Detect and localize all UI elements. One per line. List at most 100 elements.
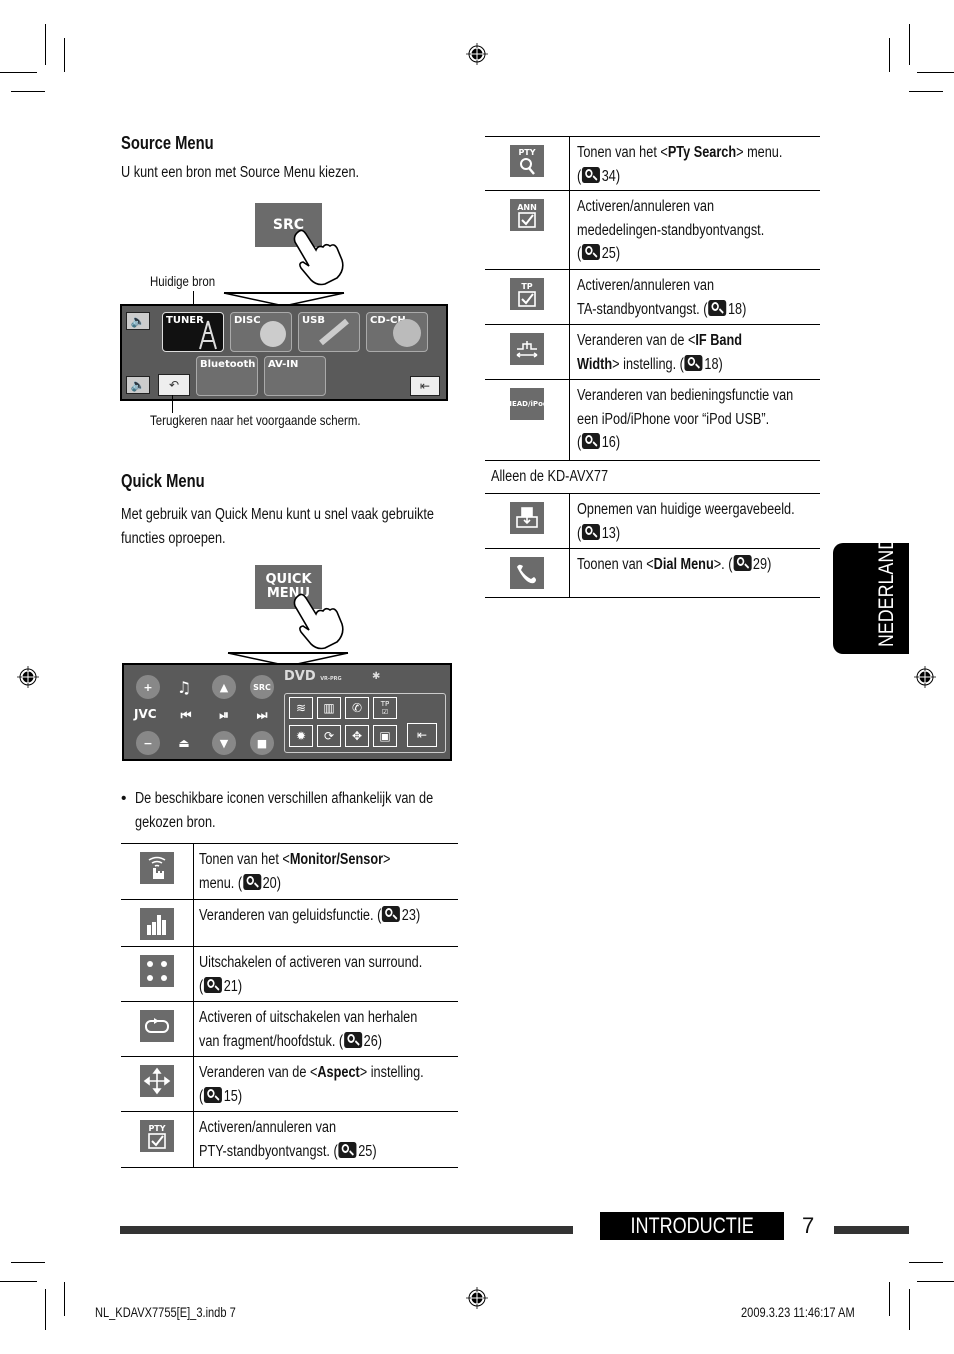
eject-button[interactable]: ⏏ [172, 731, 196, 755]
description-line: (21) [199, 976, 243, 995]
page-reference-number[interactable]: 29 [753, 556, 767, 573]
avx77-only-label: Alleen de KD-AVX77 [491, 468, 609, 485]
bold-term: Dial Menu [653, 556, 714, 573]
exit-button[interactable]: ⇤ [407, 723, 437, 747]
description-line: menu. (20) [199, 873, 281, 892]
description-line: Tonen van het <PTy Search> menu. [577, 144, 783, 161]
page-reference-number[interactable]: 34 [602, 168, 616, 185]
table-row: Veranderen van de <IF Band Width> instell… [485, 324, 820, 380]
description-line: (16) [577, 433, 621, 451]
icon-cell [121, 844, 194, 900]
quick-icons-panel: ≋ ▥ ✆ TP ☑ ✹ ⟳ ✥ ▣ ⇤ [284, 693, 446, 753]
icon-label: PTY [148, 1123, 166, 1133]
source-tile-tuner[interactable]: TUNER [162, 312, 224, 352]
page-reference-number[interactable]: 23 [402, 907, 416, 924]
icon-cell: PTY [121, 1112, 194, 1167]
aspect-icon-glyph [143, 1067, 171, 1095]
play-pause-button[interactable]: ⏯ [212, 703, 236, 727]
language-tab: NEDERLANDS [833, 525, 909, 654]
source-tile-bluetooth[interactable]: Bluetooth [196, 356, 258, 396]
up-button[interactable]: ▲ [212, 675, 236, 699]
src-button[interactable]: SRC [250, 675, 274, 699]
description-line: (34) [577, 166, 621, 185]
callout-back: Terugkeren naar het voorgaande scherm. [150, 412, 361, 428]
page-reference-number[interactable]: 13 [602, 525, 616, 542]
page-reference-number[interactable]: 18 [728, 301, 742, 318]
page-reference-number[interactable]: 25 [358, 1143, 372, 1160]
volume-down-button[interactable]: 🔈 [126, 376, 150, 394]
sound-button[interactable]: ▥ [317, 697, 341, 719]
source-tile-disc[interactable]: DISC [230, 312, 292, 352]
ann-standby-icon: ANN [510, 199, 544, 231]
page-reference-number[interactable]: 16 [602, 434, 616, 451]
exit-button[interactable]: ⇤ [410, 376, 440, 396]
crop-mark [45, 24, 46, 65]
page-reference-number[interactable]: 18 [704, 356, 718, 373]
icon-cell: TP [485, 270, 570, 325]
icon-cell: PTY [485, 137, 570, 191]
monitor-sensor-icon-glyph [144, 855, 170, 881]
crop-mark [0, 1281, 37, 1282]
crop-mark [917, 1281, 954, 1282]
icon-cell [121, 947, 194, 1002]
description-line: Opnemen van huidige weergavebeeld. [577, 501, 795, 518]
description-line: Veranderen van bedieningsfunctie van [577, 387, 794, 404]
source-tile-av-in[interactable]: AV-IN [264, 356, 326, 396]
page-reference-number[interactable]: 20 [263, 875, 277, 892]
volume-up-button[interactable]: + [136, 675, 160, 699]
previous-button[interactable]: ⏮ [174, 703, 198, 727]
callout-current-source: Huidige bron [150, 273, 216, 289]
page-reference-icon [382, 906, 401, 922]
sound-settings-button[interactable]: ♫ [172, 675, 196, 699]
page-reference-icon [242, 873, 261, 890]
description: Tonen van het <PTy Search> menu. (34) [577, 141, 827, 188]
crop-mark [909, 24, 910, 65]
file-info: NL_KDAVX7755[E]_3.indb 7 [94, 1305, 236, 1320]
page-reference-number[interactable]: 25 [602, 245, 616, 262]
bluetooth-icon: ✱ [372, 671, 381, 682]
monitor-sensor-button[interactable]: ≋ [289, 697, 313, 719]
stop-button[interactable]: ■ [250, 731, 274, 755]
page-reference-icon [343, 1031, 362, 1048]
table-row: HEAD/iPod Veranderen van bedieningsfuncti… [485, 379, 820, 461]
description: Toonen van <Dial Menu>. (29) [577, 553, 814, 577]
surround-button[interactable]: ✹ [289, 725, 313, 747]
icon-cell [485, 549, 570, 597]
description: Veranderen van de <Aspect> instelling. (1… [199, 1061, 473, 1108]
sound-equalizer-icon-glyph [144, 911, 170, 937]
description-line: Activeren/annuleren van [577, 277, 715, 294]
page-reference-number[interactable]: 15 [224, 1088, 238, 1105]
crop-mark [64, 38, 65, 72]
crop-mark [64, 1282, 65, 1316]
registration-mark-icon [914, 666, 936, 688]
bold-term: Width [577, 355, 613, 373]
description-line: mededelingen-standbyontvangst. [577, 221, 765, 239]
description-line: een iPod/iPhone voor “iPod USB”. [577, 410, 770, 428]
footer-bar-right [834, 1226, 909, 1234]
repeat-icon-glyph [143, 1016, 171, 1036]
bold-term: Monitor/Sensor [289, 851, 384, 868]
description-line: Tonen van het <Monitor/Sensor> [199, 851, 391, 868]
next-button[interactable]: ⏭ [250, 703, 274, 727]
back-button[interactable]: ↶ [158, 374, 190, 396]
capture-button[interactable]: ▣ [373, 725, 397, 747]
aspect-button[interactable]: ✥ [345, 725, 369, 747]
tp-button[interactable]: TP ☑ [373, 697, 397, 719]
description-line: Uitschakelen of activeren van surround. [199, 954, 423, 971]
description: Activeren of uitschakelen van herhalen va… [199, 1006, 465, 1053]
volume-up-button[interactable]: 🔈 [126, 312, 150, 330]
repeat-button[interactable]: ⟳ [317, 725, 341, 747]
description-line: Activeren/annuleren van [199, 1119, 337, 1136]
registration-mark-icon [17, 666, 39, 688]
dial-menu-button[interactable]: ✆ [345, 697, 369, 719]
source-tile-usb[interactable]: USB [298, 312, 360, 352]
down-button[interactable]: ▼ [212, 731, 236, 755]
source-tile-cd-changer[interactable]: CD-CH [366, 312, 428, 352]
page-reference-number[interactable]: 26 [364, 1033, 378, 1050]
icon-cell [121, 1057, 194, 1112]
avx77-icons-table: Opnemen van huidige weergavebeeld. (13) To… [485, 493, 820, 598]
table-row: Veranderen van geluidsfunctie. (23) [121, 899, 458, 947]
quick-menu-screen: + ♫ ▲ SRC JVC ⏮ ⏯ ⏭ − ⏏ ▼ ■ DVD VR-PRG ✱… [122, 663, 452, 761]
page-reference-number[interactable]: 21 [224, 978, 238, 995]
volume-down-button[interactable]: − [136, 731, 160, 755]
